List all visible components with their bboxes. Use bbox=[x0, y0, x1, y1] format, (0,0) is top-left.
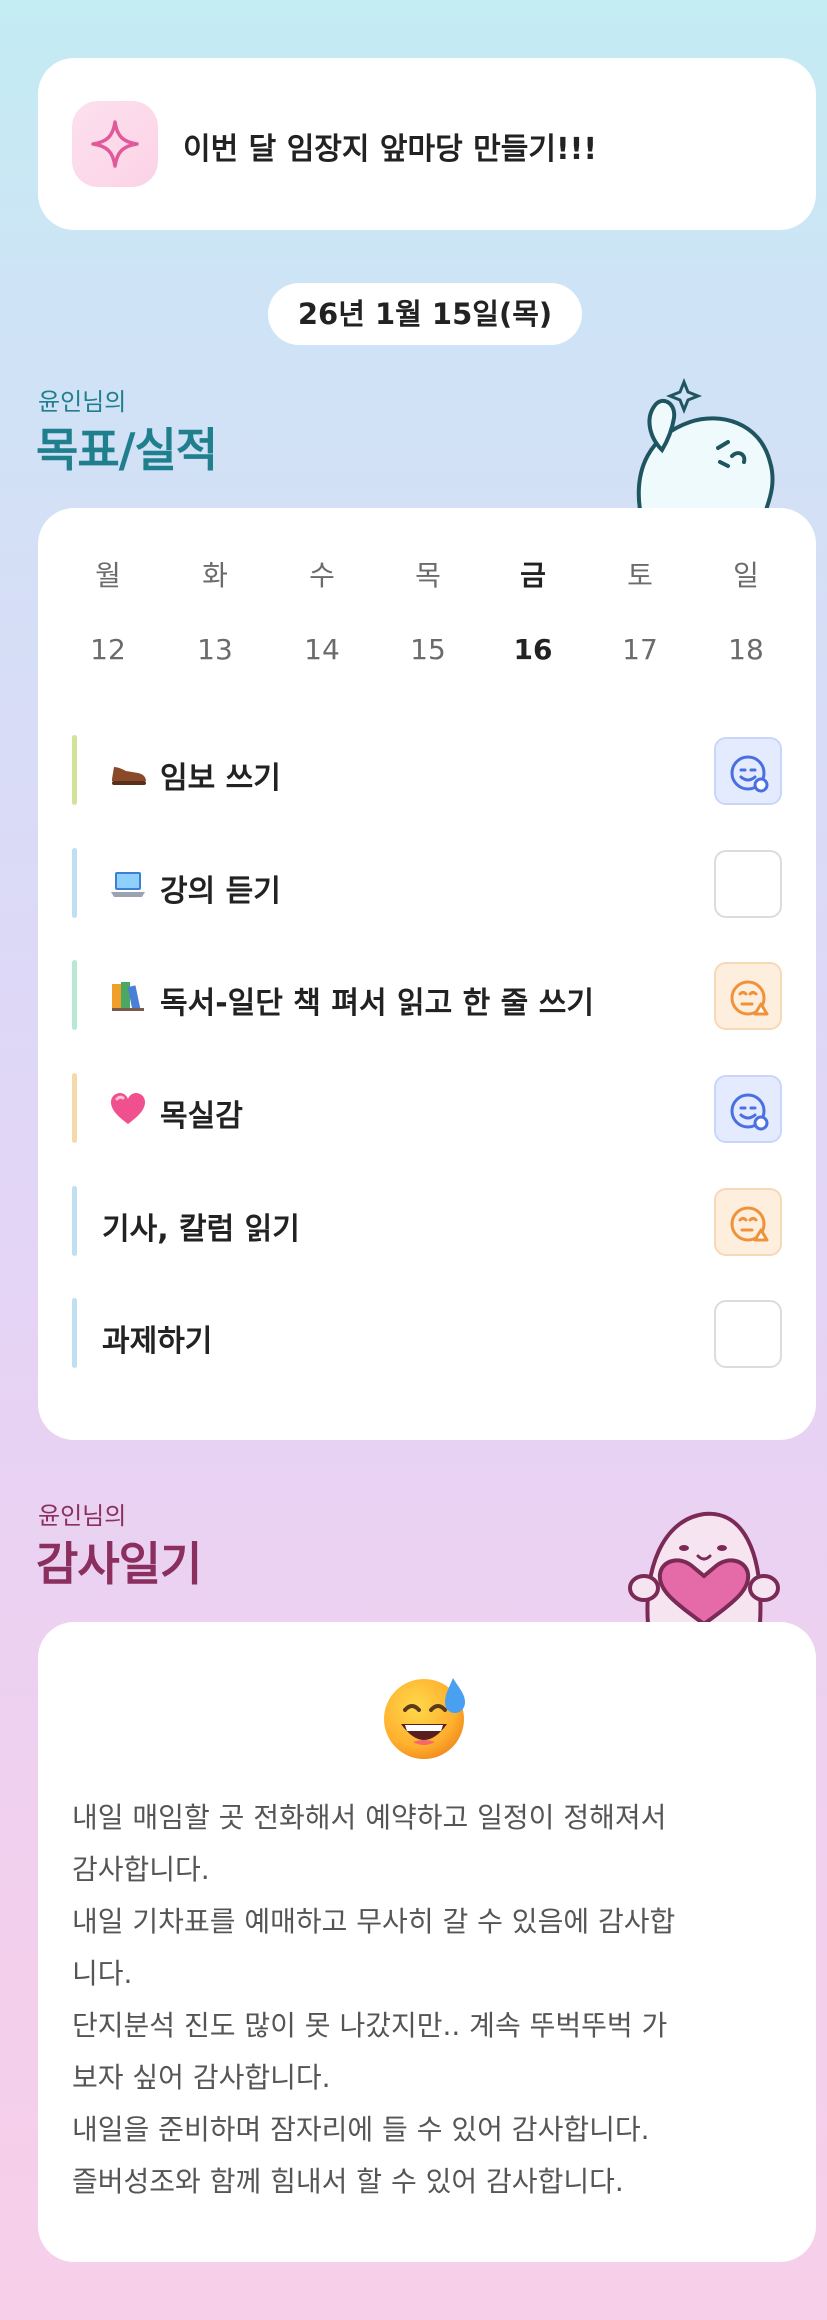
day-column-15[interactable]: 목 15 bbox=[388, 556, 468, 670]
task-status-partial-icon[interactable] bbox=[714, 1188, 782, 1256]
day-column-17[interactable]: 토 17 bbox=[600, 556, 680, 670]
books-icon bbox=[108, 976, 148, 1016]
day-column-16[interactable]: 금 16 bbox=[493, 556, 573, 670]
task-label: 임보 쓰기 bbox=[160, 761, 281, 796]
day-name: 화 bbox=[202, 559, 228, 592]
day-number: 15 bbox=[410, 633, 446, 666]
task-status-done-icon[interactable] bbox=[714, 1075, 782, 1143]
day-number: 13 bbox=[197, 633, 233, 666]
day-name: 수 bbox=[309, 559, 335, 592]
day-name: 토 bbox=[627, 559, 653, 592]
sparkle-icon bbox=[72, 101, 158, 187]
task-color-bar bbox=[72, 1186, 77, 1256]
day-name: 일 bbox=[733, 559, 759, 592]
task-label: 목실감 bbox=[160, 1099, 243, 1134]
task-color-bar bbox=[72, 960, 77, 1030]
task-label: 기사, 칼럼 읽기 bbox=[102, 1212, 300, 1247]
grinning-sweat-face-icon bbox=[381, 1672, 471, 1762]
day-number: 16 bbox=[513, 633, 553, 666]
heart-icon bbox=[108, 1089, 148, 1129]
day-number: 12 bbox=[90, 633, 126, 666]
day-number: 18 bbox=[728, 633, 764, 666]
task-color-bar bbox=[72, 735, 77, 805]
day-name: 목 bbox=[415, 559, 441, 592]
task-color-bar bbox=[72, 1073, 77, 1143]
day-column-13[interactable]: 화 13 bbox=[175, 556, 255, 670]
task-label: 과제하기 bbox=[102, 1324, 213, 1359]
task-status-partial-icon[interactable] bbox=[714, 962, 782, 1030]
monthly-goal-card[interactable]: 이번 달 임장지 앞마당 만들기!!! bbox=[38, 58, 816, 230]
day-column-14[interactable]: 수 14 bbox=[282, 556, 362, 670]
goals-section-title: 목표/실적 bbox=[36, 423, 218, 477]
gratitude-section-title: 감사일기 bbox=[36, 1537, 202, 1591]
goal-task-row[interactable]: 독서-일단 책 펴서 읽고 한 줄 쓰기 bbox=[72, 960, 782, 1030]
task-status-checkbox[interactable] bbox=[714, 850, 782, 918]
mascot-thinking-illustration bbox=[620, 377, 780, 514]
day-name: 금 bbox=[520, 559, 546, 592]
day-name: 월 bbox=[95, 559, 121, 592]
goals-owner-label: 윤인님의 bbox=[38, 388, 127, 416]
laptop-icon bbox=[108, 864, 148, 904]
mascot-heart-illustration bbox=[614, 1490, 784, 1628]
day-number: 14 bbox=[304, 633, 340, 666]
goal-task-row[interactable]: 강의 듣기 bbox=[72, 848, 782, 918]
gratitude-diary-text: 내일 매임할 곳 전화해서 예약하고 일정이 정해져서감사합니다. 내일 기차표를… bbox=[72, 1792, 792, 2208]
goal-task-row[interactable]: 임보 쓰기 bbox=[72, 735, 782, 805]
task-status-done-icon[interactable] bbox=[714, 737, 782, 805]
gratitude-line: 니다. bbox=[72, 1957, 133, 1990]
monthly-goal-text: 이번 달 임장지 앞마당 만들기!!! bbox=[183, 132, 598, 167]
day-column-18[interactable]: 일 18 bbox=[706, 556, 786, 670]
gratitude-owner-label: 윤인님의 bbox=[38, 1502, 127, 1530]
task-status-checkbox[interactable] bbox=[714, 1300, 782, 1368]
gratitude-line: 내일 매임할 곳 전화해서 예약하고 일정이 정해져서 bbox=[72, 1801, 667, 1834]
gratitude-diary-card[interactable]: 내일 매임할 곳 전화해서 예약하고 일정이 정해져서감사합니다. 내일 기차표를… bbox=[38, 1622, 816, 2262]
day-column-12[interactable]: 월 12 bbox=[68, 556, 148, 670]
task-color-bar bbox=[72, 848, 77, 918]
task-color-bar bbox=[72, 1298, 77, 1368]
task-label: 독서-일단 책 펴서 읽고 한 줄 쓰기 bbox=[160, 986, 594, 1021]
goal-task-row[interactable]: 기사, 칼럼 읽기 bbox=[72, 1186, 782, 1256]
goal-task-row[interactable]: 목실감 bbox=[72, 1073, 782, 1143]
gratitude-line: 감사합니다. bbox=[72, 1853, 210, 1886]
gratitude-line: 내일을 준비하며 잠자리에 들 수 있어 감사합니다. bbox=[72, 2113, 650, 2146]
shoe-icon bbox=[108, 751, 148, 791]
gratitude-line: 즐버성조와 함께 힘내서 할 수 있어 감사합니다. bbox=[72, 2165, 624, 2198]
gratitude-line: 단지분석 진도 많이 못 나갔지만.. 계속 뚜벅뚜벅 가 bbox=[72, 2009, 668, 2042]
goal-task-row[interactable]: 과제하기 bbox=[72, 1298, 782, 1368]
gratitude-line: 보자 싶어 감사합니다. bbox=[72, 2061, 331, 2094]
task-label: 강의 듣기 bbox=[160, 874, 281, 909]
weekly-goals-card: 월 12 화 13 수 14 목 15 금 16 토 17 일 18 임보 쓰기강의 듣기독서-일단 책 … bbox=[38, 508, 816, 1440]
day-number: 17 bbox=[622, 633, 658, 666]
date-selector[interactable]: 26년 1월 15일(목) bbox=[268, 283, 582, 345]
gratitude-line: 내일 기차표를 예매하고 무사히 갈 수 있음에 감사합 bbox=[72, 1905, 676, 1938]
